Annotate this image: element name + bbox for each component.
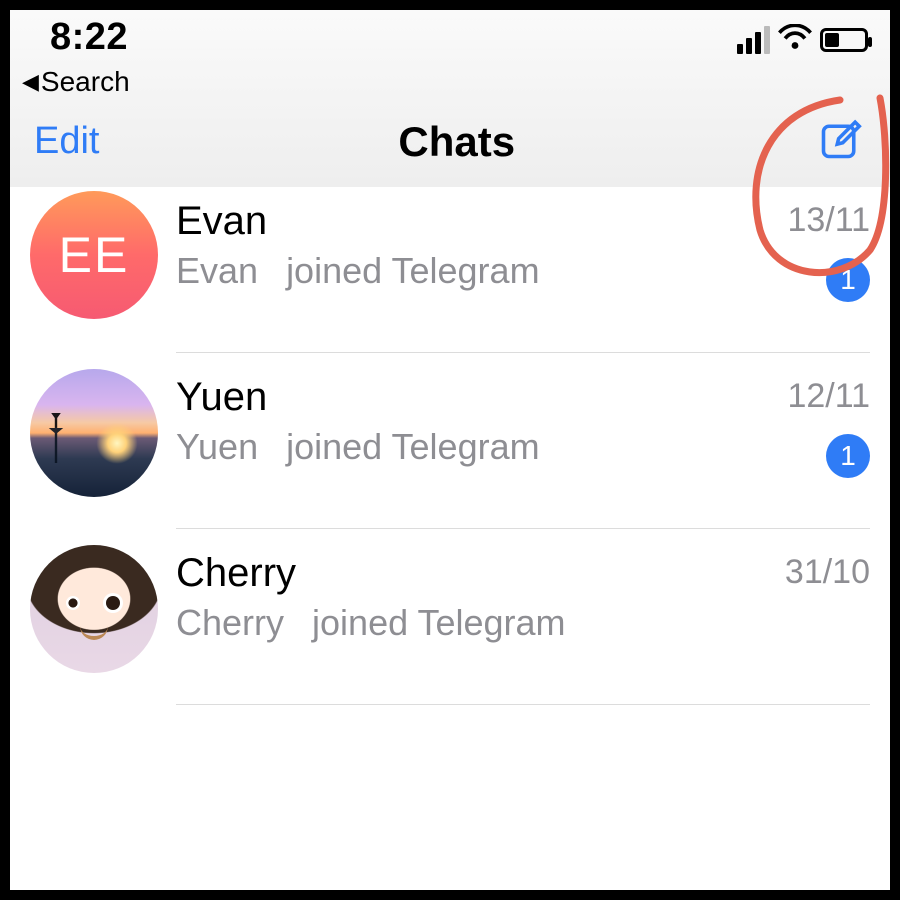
chat-preview: Yuen joined Telegram [176, 426, 748, 468]
compose-button[interactable] [814, 114, 866, 169]
compose-icon [818, 118, 862, 162]
cellular-icon [737, 26, 770, 54]
chat-date: 12/11 [787, 377, 870, 416]
preview-text: joined Telegram [286, 426, 540, 467]
status-icons [737, 16, 868, 55]
chat-date: 31/10 [785, 553, 870, 592]
unread-badge: 1 [826, 258, 870, 302]
preview-text: joined Telegram [312, 602, 566, 643]
chat-list: EE Evan Evan joined Telegram 13/11 1 Yuen [10, 187, 890, 890]
chat-preview: Cherry joined Telegram [176, 602, 748, 644]
chat-row[interactable]: Cherry Cherry joined Telegram 31/10 [10, 529, 890, 705]
status-bar: 8:22 [10, 16, 890, 66]
chat-name: Cherry [176, 551, 748, 596]
preview-sender: Yuen [176, 426, 258, 467]
back-chevron-icon: ◀ [22, 69, 39, 95]
page-title: Chats [398, 118, 515, 166]
header-area: 8:22 ◀ Search Edit Chats [10, 10, 890, 187]
avatar [30, 369, 158, 497]
preview-sender: Evan [176, 250, 258, 291]
chat-row[interactable]: Yuen Yuen joined Telegram 12/11 1 [10, 353, 890, 529]
chat-row[interactable]: EE Evan Evan joined Telegram 13/11 1 [10, 187, 890, 353]
nav-bar: Edit Chats [10, 100, 890, 187]
chat-name: Yuen [176, 375, 748, 420]
status-time: 8:22 [50, 16, 128, 59]
unread-badge: 1 [826, 434, 870, 478]
back-to-search[interactable]: ◀ Search [10, 66, 890, 100]
battery-icon [820, 28, 868, 52]
avatar: EE [30, 191, 158, 319]
back-label: Search [41, 66, 130, 98]
chat-date: 13/11 [787, 201, 870, 240]
edit-button[interactable]: Edit [34, 120, 99, 163]
avatar [30, 545, 158, 673]
preview-text: joined Telegram [286, 250, 540, 291]
chat-name: Evan [176, 199, 748, 244]
wifi-icon [778, 24, 812, 55]
chat-preview: Evan joined Telegram [176, 250, 748, 292]
preview-sender: Cherry [176, 602, 284, 643]
